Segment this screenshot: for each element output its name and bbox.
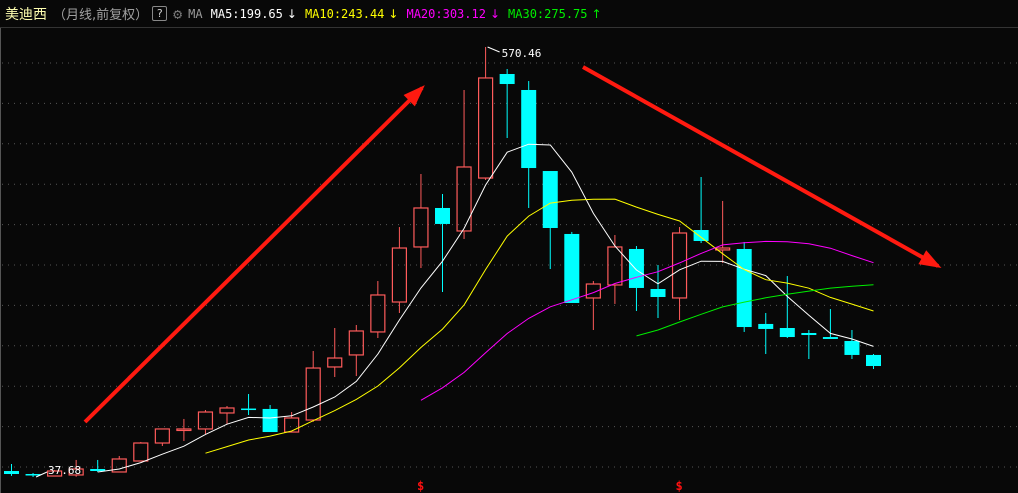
candle[interactable]	[844, 330, 860, 359]
candle-body	[844, 340, 860, 355]
uptrend-arrow	[83, 86, 424, 424]
candle-body	[262, 408, 278, 433]
candle-body	[866, 354, 881, 367]
candle-body	[391, 247, 407, 303]
candle-body	[348, 330, 364, 356]
candle-body	[219, 407, 235, 414]
candle-body	[478, 77, 494, 179]
ma10-trend-icon: ↓	[388, 6, 399, 21]
ma5-value: MA5:199.65	[210, 6, 283, 21]
candle-body	[650, 289, 666, 298]
event-marker[interactable]: $	[417, 479, 424, 493]
candle-body	[607, 246, 623, 286]
candle[interactable]	[779, 276, 795, 339]
candle[interactable]	[801, 330, 817, 359]
candle-body	[822, 337, 838, 339]
candle-body	[693, 230, 709, 241]
candle[interactable]	[4, 463, 19, 476]
ma10-value: MA10:243.44	[304, 6, 385, 21]
candle-body	[628, 248, 644, 288]
low-price-label: 37.68	[48, 464, 81, 477]
event-marker[interactable]: $	[676, 479, 683, 493]
candle-body	[499, 74, 515, 85]
candle-body	[305, 367, 321, 421]
candle-body	[413, 207, 429, 248]
ma-indicator-label[interactable]: MA	[188, 7, 202, 21]
ma5-line	[97, 143, 874, 473]
ma30-trend-icon: ↑	[591, 6, 602, 21]
candle[interactable]	[413, 174, 429, 269]
candle[interactable]	[435, 194, 450, 292]
candle[interactable]	[154, 428, 170, 446]
candle[interactable]	[585, 281, 601, 331]
candle-body	[4, 471, 19, 474]
candle[interactable]	[391, 227, 407, 313]
candle-body	[801, 332, 817, 336]
candle[interactable]	[197, 409, 214, 435]
ma20-value: MA20:303.12	[406, 6, 486, 21]
candle[interactable]	[90, 459, 106, 472]
candle-body	[241, 408, 257, 411]
stock-name[interactable]: 美迪西	[5, 4, 47, 24]
candle[interactable]	[219, 405, 235, 424]
candle[interactable]	[241, 394, 257, 415]
downtrend-arrow-head	[918, 250, 942, 268]
candlestick-chart[interactable]: 570.46 37.68 $ $	[0, 28, 1018, 493]
candle-body	[521, 89, 537, 169]
high-price-label: 570.46	[502, 47, 542, 60]
ma30-value: MA30:275.75	[508, 6, 588, 21]
candle-body	[370, 294, 386, 333]
candle-body	[154, 428, 170, 444]
candle-body	[90, 468, 106, 472]
candle[interactable]	[262, 404, 278, 433]
downtrend-arrow	[582, 65, 939, 268]
candle[interactable]	[456, 89, 472, 239]
period-label[interactable]: （月线,前复权）	[53, 4, 148, 23]
candle[interactable]	[348, 325, 364, 377]
candle-body	[564, 233, 580, 303]
candle[interactable]	[542, 171, 558, 269]
candle-body	[736, 248, 752, 328]
candle-body	[25, 473, 41, 476]
candle-body	[435, 207, 450, 224]
candle[interactable]	[866, 353, 881, 369]
candle-body	[542, 171, 558, 228]
candle[interactable]	[370, 281, 386, 339]
candle[interactable]	[564, 231, 580, 303]
candle[interactable]	[758, 312, 774, 354]
chart-header: 美迪西 （月线,前复权） ? ⚙ MA MA5:199.65 ↓ MA10:243…	[0, 0, 1018, 28]
candle-body	[327, 357, 343, 368]
candle-body	[284, 417, 300, 433]
candle-body	[456, 166, 472, 232]
candle-body	[176, 428, 192, 432]
gear-icon[interactable]: ⚙	[173, 5, 182, 23]
high-pointer	[487, 46, 500, 53]
ma20-trend-icon: ↓	[489, 6, 501, 21]
ma5-trend-icon: ↓	[286, 6, 297, 21]
candle[interactable]	[736, 241, 752, 332]
candle-body	[758, 323, 774, 329]
candle-body	[779, 327, 795, 338]
candle[interactable]	[478, 47, 494, 180]
candle[interactable]	[327, 327, 343, 377]
help-icon[interactable]: ?	[152, 6, 168, 21]
candle[interactable]	[133, 441, 149, 462]
candle[interactable]	[176, 418, 192, 441]
candle-body	[133, 442, 149, 462]
